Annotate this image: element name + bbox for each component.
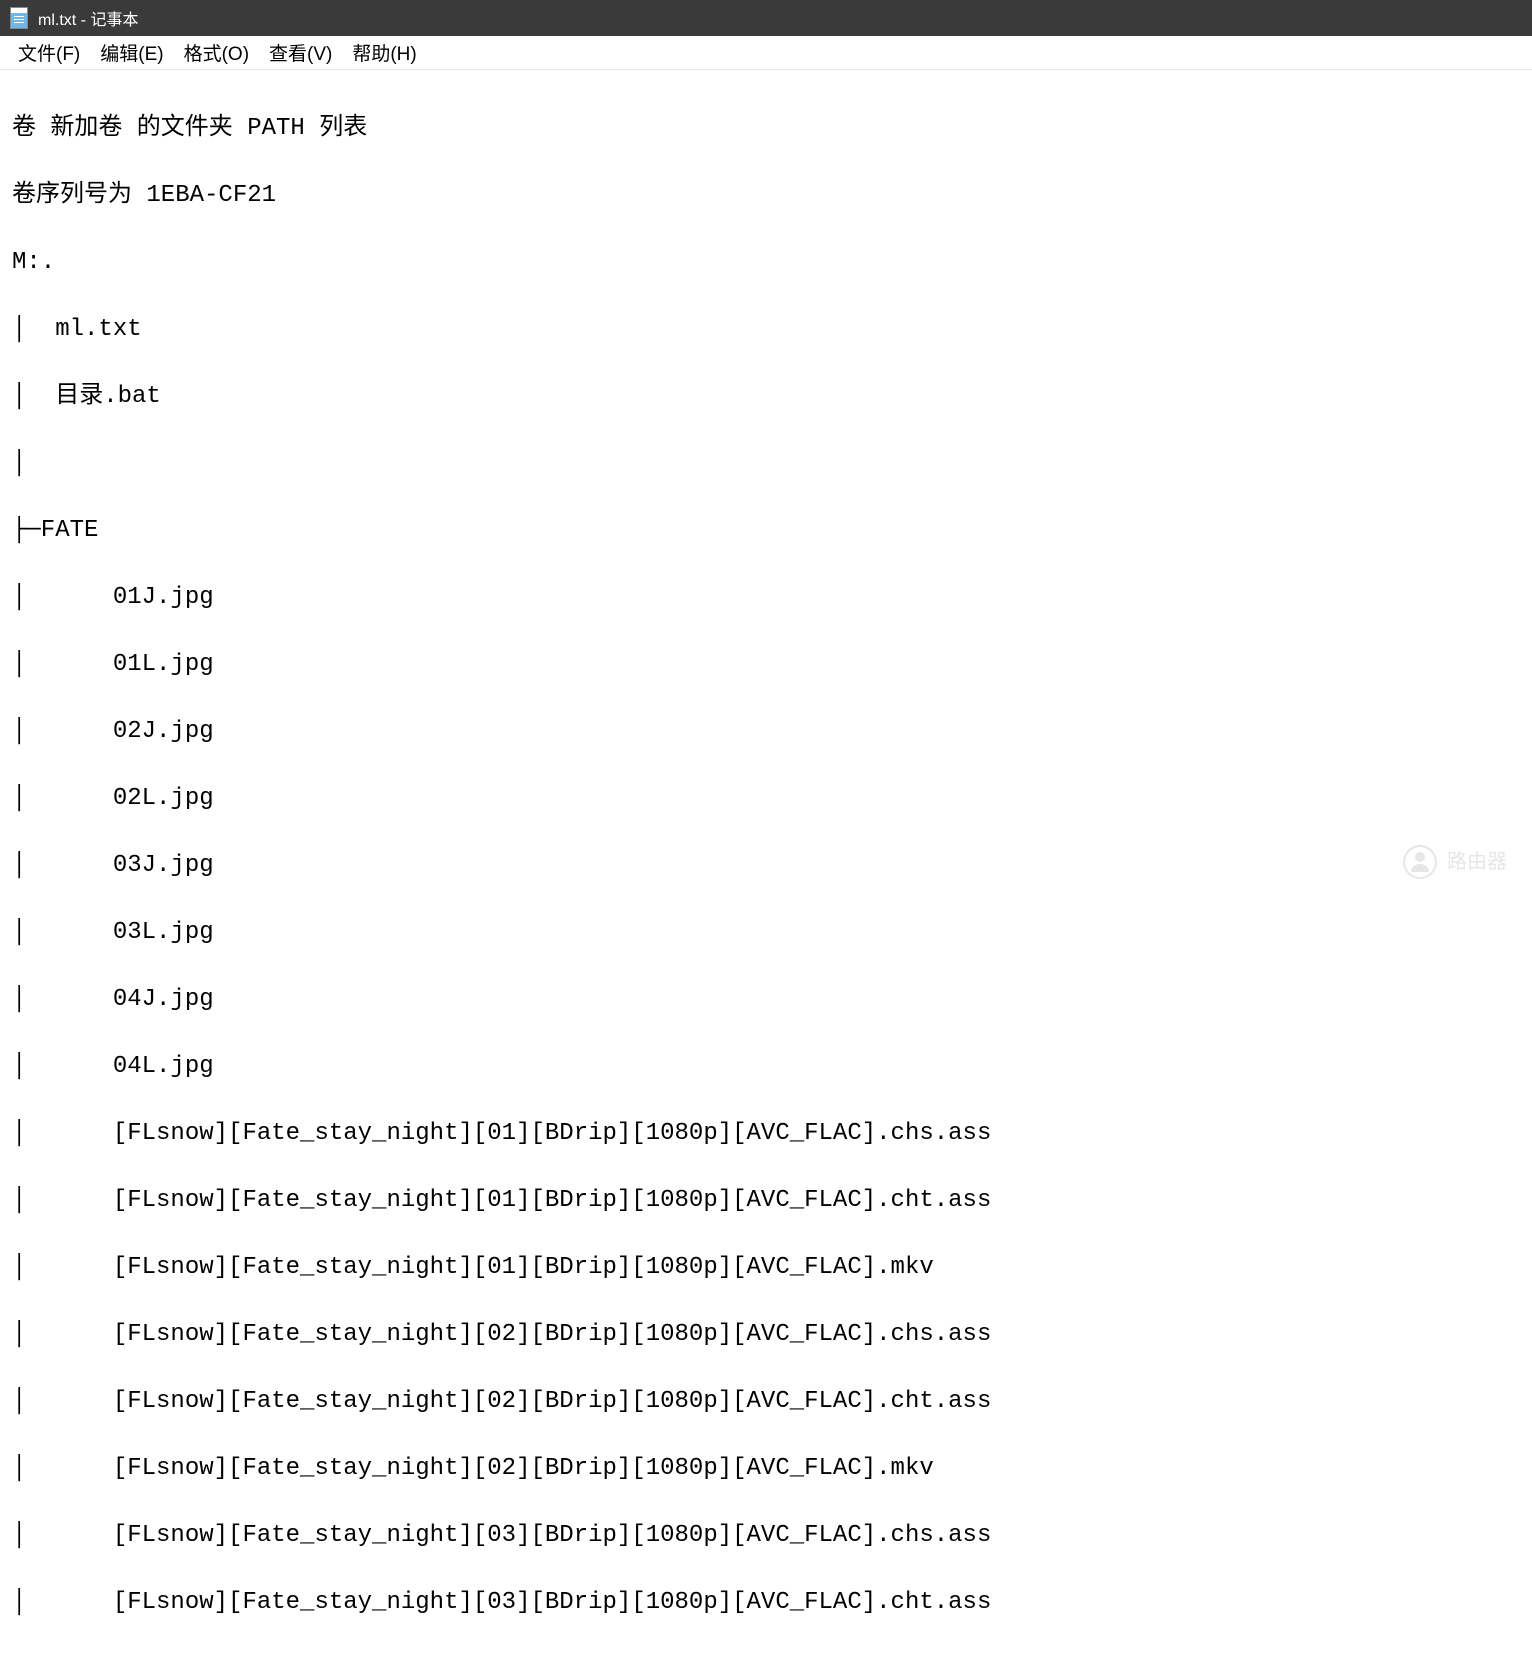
text-line: │ 04L.jpg [12, 1050, 1520, 1084]
notepad-icon [10, 7, 28, 29]
menu-format[interactable]: 格式(O) [174, 35, 259, 70]
watermark-label: 路由器 [1447, 851, 1507, 873]
text-line: │ 目录.bat [12, 380, 1520, 414]
text-line: │ [FLsnow][Fate_stay_night][01][BDrip][1… [12, 1117, 1520, 1151]
text-line: │ [FLsnow][Fate_stay_night][03][BDrip][1… [12, 1586, 1520, 1620]
watermark: 路由器 [1403, 845, 1507, 879]
text-line: │ 02J.jpg [12, 715, 1520, 749]
router-icon [1403, 845, 1437, 879]
menu-view[interactable]: 查看(V) [259, 35, 342, 70]
text-line: │ [FLsnow][Fate_stay_night][01][BDrip][1… [12, 1251, 1520, 1285]
text-line: ├─FATE [12, 514, 1520, 548]
text-line: │ 04J.jpg [12, 983, 1520, 1017]
text-line: │ 03J.jpg [12, 849, 1520, 883]
menubar: 文件(F) 编辑(E) 格式(O) 查看(V) 帮助(H) [0, 36, 1532, 70]
text-line: M:. [12, 246, 1520, 280]
text-line: │ ml.txt [12, 313, 1520, 347]
text-line: │ 02L.jpg [12, 782, 1520, 816]
text-line: │ 03L.jpg [12, 916, 1520, 950]
menu-help[interactable]: 帮助(H) [342, 35, 426, 70]
text-line: │ [FLsnow][Fate_stay_night][02][BDrip][1… [12, 1318, 1520, 1352]
text-line: │ 01J.jpg [12, 581, 1520, 615]
text-line: │ [FLsnow][Fate_stay_night][01][BDrip][1… [12, 1184, 1520, 1218]
text-line: │ [12, 447, 1520, 481]
text-line: │ [FLsnow][Fate_stay_night][02][BDrip][1… [12, 1385, 1520, 1419]
window-title: ml.txt - 记事本 [38, 6, 138, 30]
text-line: 卷 新加卷 的文件夹 PATH 列表 [12, 112, 1520, 146]
text-line: │ [FLsnow][Fate_stay_night][03][BDrip][1… [12, 1519, 1520, 1553]
text-area[interactable]: 卷 新加卷 的文件夹 PATH 列表 卷序列号为 1EBA-CF21 M:. │… [0, 70, 1532, 1661]
text-line: 卷序列号为 1EBA-CF21 [12, 179, 1520, 213]
text-line: │ 01L.jpg [12, 648, 1520, 682]
window-titlebar: ml.txt - 记事本 [0, 0, 1532, 36]
text-line: │ [FLsnow][Fate_stay_night][02][BDrip][1… [12, 1452, 1520, 1486]
menu-file[interactable]: 文件(F) [8, 35, 90, 70]
menu-edit[interactable]: 编辑(E) [90, 35, 173, 70]
